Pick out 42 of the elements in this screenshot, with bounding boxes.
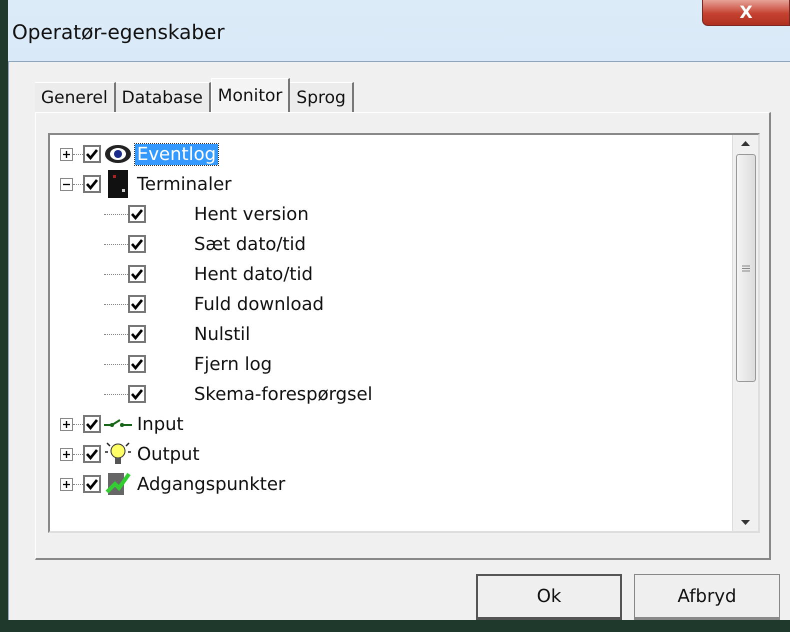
tree-item[interactable]: Fuld download <box>192 294 326 314</box>
expand-icon[interactable] <box>60 448 73 460</box>
tree-item[interactable]: Sæt dato/tid <box>192 234 308 254</box>
tab[interactable]: Generel <box>35 82 116 112</box>
tab[interactable]: Sprog <box>290 82 354 112</box>
checkbox[interactable] <box>128 295 146 313</box>
checkbox[interactable] <box>83 475 101 493</box>
checkbox[interactable] <box>128 265 146 283</box>
expand-icon[interactable] <box>60 148 73 160</box>
checkbox[interactable] <box>83 175 101 193</box>
tree-item[interactable]: Hent version <box>192 204 311 224</box>
checkbox[interactable] <box>83 415 101 433</box>
checkbox[interactable] <box>83 145 101 163</box>
tree-item[interactable]: Terminaler <box>135 174 234 194</box>
tree-item[interactable]: Skema-forespørgsel <box>192 384 375 404</box>
scroll-down-icon[interactable] <box>741 520 750 525</box>
expand-icon[interactable] <box>60 478 73 490</box>
tree-item[interactable]: Input <box>135 414 186 434</box>
tree-item[interactable]: Hent dato/tid <box>192 264 315 284</box>
tree-item[interactable]: Nulstil <box>192 324 252 344</box>
checkbox[interactable] <box>128 325 146 343</box>
ok-button[interactable]: Ok <box>476 574 622 620</box>
access-point-icon <box>105 470 131 498</box>
tree-item[interactable]: Fjern log <box>192 354 274 374</box>
scroll-up-icon[interactable] <box>741 141 750 146</box>
checkbox[interactable] <box>128 385 146 403</box>
terminal-device-icon <box>106 169 130 199</box>
window-title: Operatør-egenskaber <box>12 20 225 44</box>
checkbox[interactable] <box>83 445 101 463</box>
scrollbar[interactable] <box>732 135 758 531</box>
collapse-icon[interactable] <box>60 178 73 190</box>
tab[interactable]: Monitor <box>210 78 290 113</box>
tab[interactable]: Database <box>116 82 211 112</box>
checkbox[interactable] <box>128 235 146 253</box>
checkbox[interactable] <box>128 205 146 223</box>
scrollbar-thumb[interactable] <box>736 154 756 382</box>
cancel-button[interactable]: Afbryd <box>634 574 780 620</box>
tree-item[interactable]: Adgangspunkter <box>135 474 288 494</box>
expand-icon[interactable] <box>60 418 73 430</box>
close-button[interactable]: X <box>702 0 790 26</box>
checkbox[interactable] <box>128 355 146 373</box>
tree-item[interactable]: Output <box>135 444 202 464</box>
